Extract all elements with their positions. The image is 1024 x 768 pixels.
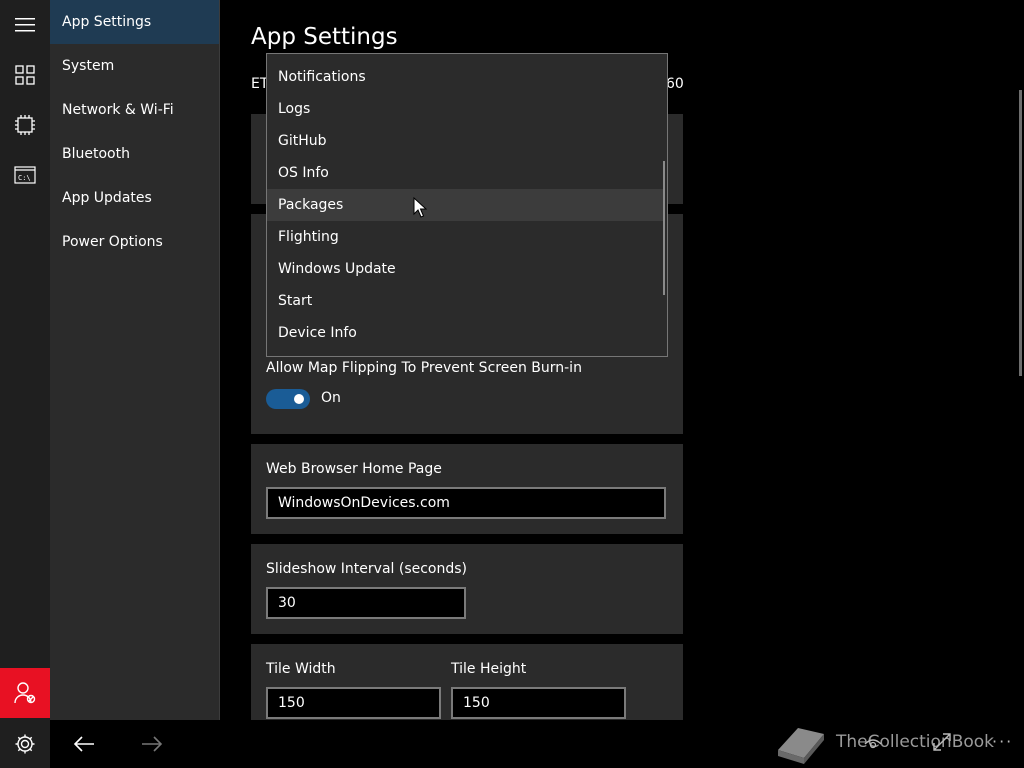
- tiles-icon[interactable]: [0, 50, 50, 100]
- forward-arrow-icon: [128, 720, 176, 768]
- map-flip-state: On: [321, 390, 341, 406]
- nav-item-bluetooth[interactable]: Bluetooth: [50, 132, 219, 176]
- more-icon: ···: [992, 732, 1014, 751]
- tile-height-input[interactable]: 150: [451, 687, 626, 719]
- tile-card: Tile Width Tile Height 150 150: [251, 644, 683, 720]
- tile-width-label: Tile Width: [266, 661, 336, 677]
- icon-rail: C:\: [0, 0, 50, 768]
- section-dropdown: Notifications Logs GitHub OS Info Packag…: [266, 53, 668, 357]
- user-icon[interactable]: [0, 668, 50, 718]
- hamburger-icon[interactable]: [0, 0, 50, 50]
- nav-item-app-updates[interactable]: App Updates: [50, 176, 219, 220]
- map-flip-label: Allow Map Flipping To Prevent Screen Bur…: [266, 360, 582, 376]
- nav-item-power-options[interactable]: Power Options: [50, 220, 219, 264]
- slideshow-label: Slideshow Interval (seconds): [266, 561, 468, 577]
- browser-home-input[interactable]: WindowsOnDevices.com: [266, 487, 666, 519]
- expand-icon: [933, 733, 951, 751]
- browser-label: Web Browser Home Page: [266, 461, 442, 477]
- eye-icon: [864, 739, 882, 749]
- dropdown-item-github[interactable]: GitHub: [267, 125, 663, 157]
- slideshow-interval-input[interactable]: 30: [266, 587, 466, 619]
- browser-card: Web Browser Home Page WindowsOnDevices.c…: [251, 444, 683, 534]
- mouse-cursor-icon: [413, 196, 428, 223]
- watermark: TheCollectionBook ···: [772, 718, 1024, 768]
- slideshow-card: Slideshow Interval (seconds) 30: [251, 544, 683, 634]
- dropdown-item-notifications[interactable]: Notifications: [267, 61, 663, 93]
- dropdown-item-start[interactable]: Start: [267, 285, 663, 317]
- dropdown-item-device-info[interactable]: Device Info: [267, 317, 663, 349]
- dropdown-item-os-info[interactable]: OS Info: [267, 157, 663, 189]
- dropdown-scrollbar[interactable]: [663, 161, 665, 295]
- dropdown-item-windows-update[interactable]: Windows Update: [267, 253, 663, 285]
- nav-item-system[interactable]: System: [50, 44, 219, 88]
- dropdown-item-logs[interactable]: Logs: [267, 93, 663, 125]
- nav-pane: App Settings System Network & Wi-Fi Blue…: [50, 0, 220, 720]
- book-icon: [778, 728, 824, 764]
- dropdown-item-packages[interactable]: Packages: [267, 189, 663, 221]
- tile-width-input[interactable]: 150: [266, 687, 441, 719]
- page-scrollbar[interactable]: [1019, 90, 1022, 376]
- watermark-text: TheCollectionBook: [836, 732, 995, 752]
- page-title: App Settings: [251, 24, 398, 50]
- ethernet-value: 60: [666, 76, 684, 92]
- nav-item-network[interactable]: Network & Wi-Fi: [50, 88, 219, 132]
- tile-height-label: Tile Height: [451, 661, 527, 677]
- chip-icon[interactable]: [0, 100, 50, 150]
- nav-item-app-settings[interactable]: App Settings: [50, 0, 219, 44]
- gear-icon[interactable]: [0, 720, 50, 768]
- dropdown-item-flighting[interactable]: Flighting: [267, 221, 663, 253]
- svg-text:C:\: C:\: [18, 174, 31, 182]
- console-icon[interactable]: C:\: [0, 150, 50, 200]
- back-arrow-icon[interactable]: [60, 720, 108, 768]
- map-flip-toggle[interactable]: [266, 389, 310, 409]
